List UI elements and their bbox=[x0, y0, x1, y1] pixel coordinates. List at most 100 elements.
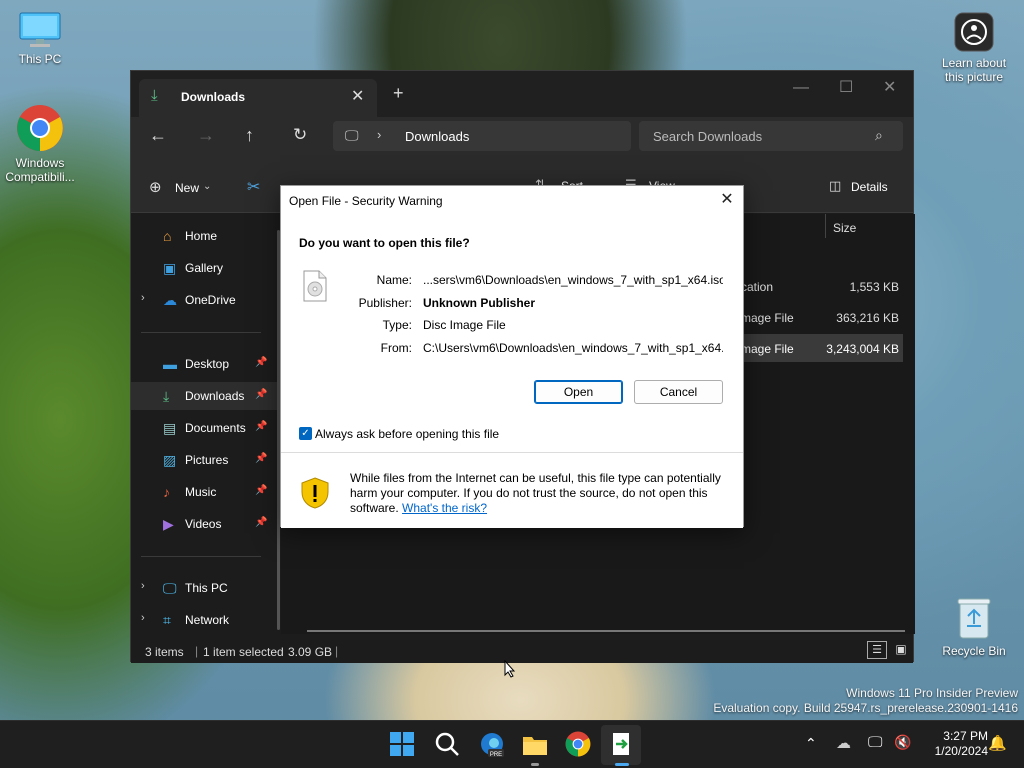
file-size: 363,216 KB bbox=[836, 311, 899, 325]
build-watermark-line1: Windows 11 Pro Insider Preview bbox=[846, 686, 1018, 700]
clock-date: 1/20/2024 bbox=[934, 744, 988, 758]
back-icon[interactable]: ← bbox=[149, 125, 167, 146]
status-sep: | bbox=[335, 644, 339, 658]
address-field[interactable]: 🖵 › Downloads bbox=[333, 121, 631, 151]
onedrive-offline-icon[interactable]: ☁ bbox=[836, 734, 851, 752]
status-selected: 1 item selected bbox=[203, 645, 284, 659]
nav-item-network[interactable]: › ⌗ Network bbox=[131, 606, 277, 634]
build-watermark-line2: Evaluation copy. Build 25947.rs_prerelea… bbox=[713, 701, 1018, 715]
close-icon[interactable]: ✕ bbox=[717, 190, 737, 210]
document-icon: ▤ bbox=[163, 420, 177, 436]
search-input[interactable]: Search Downloads ⌕ bbox=[639, 121, 903, 151]
navigation-pane: ⌂ Home ▣ Gallery › ☁ OneDrive ▬ Desktop … bbox=[131, 214, 281, 634]
horizontal-scrollbar[interactable] bbox=[307, 630, 905, 632]
divider bbox=[141, 332, 261, 333]
desktop-icon-learn-about-picture[interactable]: Learn about this picture bbox=[934, 12, 1014, 84]
pin-icon: 📌 bbox=[255, 389, 268, 400]
column-header-size[interactable]: Size bbox=[833, 221, 856, 235]
chevron-right-icon: › bbox=[377, 127, 382, 142]
nav-item-this-pc[interactable]: › 🖵 This PC bbox=[131, 574, 277, 602]
desktop-icon-this-pc[interactable]: This PC bbox=[0, 12, 80, 66]
chevron-right-icon[interactable]: › bbox=[141, 292, 145, 304]
close-tab-icon[interactable]: ✕ bbox=[351, 86, 364, 106]
volume-mute-icon[interactable]: 🔇 bbox=[894, 734, 911, 751]
desktop-folder-icon: ▬ bbox=[163, 356, 177, 372]
nav-item-documents[interactable]: ▤ Documents 📌 bbox=[131, 414, 277, 442]
notification-bell-icon[interactable]: 🔔 bbox=[988, 734, 1007, 752]
status-selected-size: 3.09 GB bbox=[288, 645, 333, 659]
breadcrumb[interactable]: Downloads bbox=[405, 129, 469, 144]
clock[interactable]: 3:27 PM 1/20/2024 bbox=[918, 729, 988, 759]
chevron-right-icon[interactable]: › bbox=[141, 580, 145, 592]
chevron-up-icon[interactable]: ⌃ bbox=[805, 735, 817, 752]
file-explorer-icon[interactable] bbox=[521, 731, 549, 759]
network-icon: ⌗ bbox=[163, 612, 171, 628]
open-button[interactable]: Open bbox=[534, 380, 623, 404]
desktop-icon-windows-compatibility[interactable]: Windows Compatibili... bbox=[0, 104, 80, 184]
network-display-icon[interactable]: 🖵 bbox=[868, 734, 882, 751]
desktop-icon-label: This PC bbox=[18, 52, 62, 66]
cut-icon[interactable]: ✂ bbox=[247, 177, 260, 197]
status-item-count: 3 items bbox=[145, 645, 184, 659]
type-value: Disc Image File bbox=[423, 318, 506, 332]
warning-message: While files from the Internet can be use… bbox=[350, 471, 730, 516]
nav-item-onedrive[interactable]: › ☁ OneDrive bbox=[131, 286, 277, 314]
desktop-icon-label: Recycle Bin bbox=[942, 644, 1006, 658]
nav-label: Gallery bbox=[185, 261, 224, 275]
maximize-button[interactable]: ☐ bbox=[839, 77, 853, 97]
file-type: cation bbox=[741, 280, 774, 294]
search-icon[interactable] bbox=[434, 731, 462, 759]
file-type: mage File bbox=[741, 342, 794, 356]
chrome-icon bbox=[16, 104, 64, 152]
pin-icon: 📌 bbox=[255, 485, 268, 496]
start-windows-icon[interactable] bbox=[389, 731, 417, 759]
tab-bar: ⤓ Downloads ✕ + — ☐ ✕ bbox=[131, 71, 913, 117]
nav-item-pictures[interactable]: ▨ Pictures 📌 bbox=[131, 446, 277, 474]
from-label: From: bbox=[380, 341, 412, 355]
nav-item-downloads[interactable]: ⤓ Downloads 📌 bbox=[131, 382, 277, 410]
nav-label: This PC bbox=[185, 581, 228, 595]
nav-item-home[interactable]: ⌂ Home bbox=[131, 222, 277, 250]
open-file-app-icon[interactable] bbox=[608, 731, 636, 759]
recycle-bin-icon bbox=[954, 596, 994, 640]
nav-item-videos[interactable]: ▶ Videos 📌 bbox=[131, 510, 277, 538]
minimize-button[interactable]: — bbox=[793, 79, 809, 97]
new-tab-button[interactable]: + bbox=[393, 83, 404, 104]
edge-beta-icon[interactable]: PRE bbox=[478, 731, 506, 759]
chrome-icon[interactable] bbox=[565, 731, 593, 759]
tiles-view-icon[interactable]: ▣ bbox=[891, 641, 911, 659]
whats-the-risk-link[interactable]: What's the risk? bbox=[402, 501, 487, 515]
monitor-icon bbox=[19, 12, 61, 48]
music-icon: ♪ bbox=[163, 484, 170, 500]
nav-item-music[interactable]: ♪ Music 📌 bbox=[131, 478, 277, 506]
pin-icon: 📌 bbox=[255, 517, 268, 528]
chevron-right-icon[interactable]: › bbox=[141, 612, 145, 624]
gallery-icon: ▣ bbox=[163, 260, 177, 276]
home-icon: ⌂ bbox=[163, 228, 172, 244]
tab-downloads[interactable]: ⤓ Downloads ✕ bbox=[139, 79, 377, 117]
details-view-icon[interactable]: ☰ bbox=[867, 641, 887, 659]
forward-icon[interactable]: → bbox=[197, 125, 215, 146]
status-sep: | bbox=[195, 644, 199, 658]
publisher-label: Publisher: bbox=[358, 296, 412, 310]
plus-circle-icon: ⊕ bbox=[149, 179, 162, 196]
nav-item-desktop[interactable]: ▬ Desktop 📌 bbox=[131, 350, 277, 378]
nav-label: Music bbox=[185, 485, 217, 499]
nav-item-gallery[interactable]: ▣ Gallery bbox=[131, 254, 277, 282]
status-bar: 3 items | 1 item selected 3.09 GB | ☰ ▣ bbox=[131, 639, 913, 663]
details-button[interactable]: ◫ Details bbox=[829, 178, 899, 198]
nav-label: Documents bbox=[185, 421, 246, 435]
video-icon: ▶ bbox=[163, 516, 174, 532]
close-window-button[interactable]: ✕ bbox=[883, 77, 896, 97]
nav-label: Downloads bbox=[185, 389, 245, 403]
up-icon[interactable]: ↑ bbox=[245, 125, 254, 146]
active-indicator bbox=[615, 763, 629, 766]
new-button[interactable]: ⊕ New ⌄ bbox=[149, 179, 219, 199]
cancel-button[interactable]: Cancel bbox=[634, 380, 723, 404]
file-size: 1,553 KB bbox=[849, 280, 899, 294]
refresh-icon[interactable]: ↻ bbox=[293, 125, 307, 145]
desktop-icon-recycle-bin[interactable]: Recycle Bin bbox=[934, 596, 1014, 658]
always-ask-label[interactable]: Always ask before opening this file bbox=[315, 427, 499, 441]
always-ask-checkbox[interactable]: ✓ bbox=[299, 427, 312, 440]
tab-title: Downloads bbox=[181, 90, 246, 104]
